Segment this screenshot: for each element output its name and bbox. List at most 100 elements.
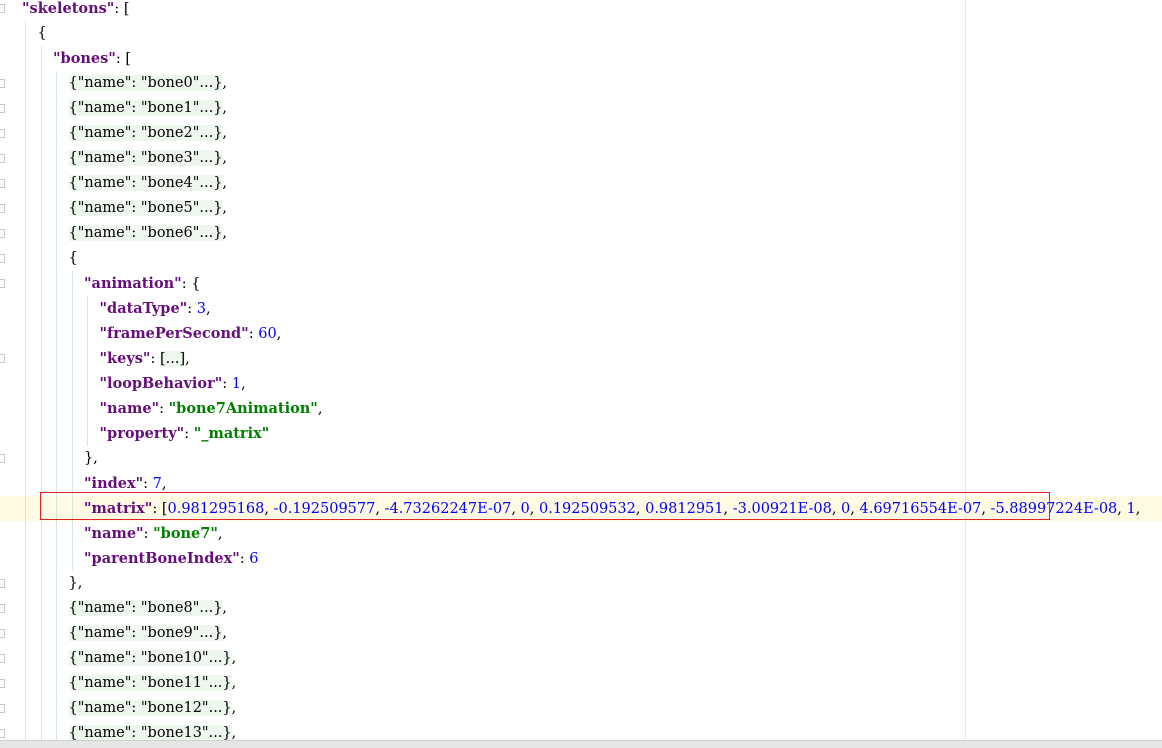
punctuation: : { (181, 276, 201, 292)
fold-marker-icon[interactable] (0, 129, 5, 138)
code-line[interactable]: {"name": "bone2"...}, (0, 121, 1162, 146)
code-text: "bones": [ (53, 46, 131, 72)
code-editor[interactable]: "skeletons": [{"bones": [{"name": "bone0… (0, 0, 1162, 740)
punctuation: : [ (115, 51, 132, 67)
code-text: "skeletons": [ (22, 0, 130, 22)
folded-region[interactable]: {"name": "bone5"...} (68, 200, 223, 216)
fold-marker-icon[interactable] (0, 4, 5, 13)
code-line[interactable]: { (0, 21, 1162, 46)
punctuation: , (222, 75, 228, 91)
punctuation: , (231, 700, 237, 716)
fold-marker-icon[interactable] (0, 104, 5, 113)
code-line[interactable]: {"name": "bone9"...}, (0, 621, 1162, 646)
code-text: {"name": "bone5"...}, (68, 196, 228, 221)
code-line[interactable]: "skeletons": [ (0, 0, 1162, 21)
json-number: 1 (1126, 501, 1136, 517)
horizontal-scrollbar[interactable] (0, 740, 1162, 748)
code-line[interactable]: "bones": [ (0, 46, 1162, 71)
folded-region[interactable]: {"name": "bone3"...} (68, 150, 223, 166)
fold-marker-icon[interactable] (0, 204, 5, 213)
matrix-highlight-box (40, 492, 1050, 520)
punctuation: , (276, 326, 282, 342)
folded-region[interactable]: {"name": "bone1"...} (68, 100, 223, 116)
punctuation: }, (68, 575, 83, 591)
fold-marker-icon[interactable] (0, 729, 5, 738)
json-key: "name" (99, 400, 160, 417)
fold-marker-icon[interactable] (0, 229, 5, 238)
fold-marker-icon[interactable] (0, 704, 5, 713)
json-number: 60 (258, 326, 277, 342)
code-line[interactable]: "name": "bone7", (0, 521, 1162, 546)
punctuation: { (68, 250, 78, 266)
code-text: {"name": "bone6"...}, (68, 221, 227, 246)
code-text: {"name": "bone9"...}, (68, 621, 228, 646)
code-line[interactable]: {"name": "bone1"...}, (0, 96, 1162, 121)
code-text: "framePerSecond": 60, (100, 321, 282, 347)
code-line[interactable]: {"name": "bone5"...}, (0, 196, 1162, 221)
code-line[interactable]: "animation": { (0, 271, 1162, 296)
code-line[interactable]: "parentBoneIndex": 6 (0, 546, 1162, 571)
punctuation: : (239, 551, 250, 567)
code-line[interactable]: "property": "_matrix" (0, 421, 1162, 446)
punctuation: , (222, 200, 228, 216)
code-text: }, (84, 446, 98, 471)
code-line[interactable]: {"name": "bone8"...}, (0, 596, 1162, 621)
code-line[interactable]: {"name": "bone4"...}, (0, 171, 1162, 196)
code-line[interactable]: }, (0, 571, 1162, 596)
folded-region[interactable]: {"name": "bone4"...} (68, 175, 223, 191)
fold-marker-icon[interactable] (0, 654, 5, 663)
fold-marker-icon[interactable] (0, 604, 5, 613)
json-key: "loopBehavior" (99, 375, 223, 392)
code-text: {"name": "bone8"...}, (68, 596, 227, 621)
code-line[interactable]: {"name": "bone0"...}, (0, 71, 1162, 96)
fold-marker-icon[interactable] (0, 79, 5, 88)
folded-region[interactable]: {"name": "bone8"...} (68, 600, 223, 616)
code-text: "property": "_matrix" (100, 421, 270, 447)
json-string: "bone7" (153, 525, 218, 542)
json-key: "framePerSecond" (99, 325, 249, 342)
code-text: {"name": "bone10"...}, (68, 646, 236, 671)
code-text: {"name": "bone3"...}, (68, 146, 227, 171)
fold-marker-icon[interactable] (0, 454, 5, 463)
code-line[interactable]: {"name": "bone3"...}, (0, 146, 1162, 171)
folded-region[interactable]: {"name": "bone0"...} (68, 75, 223, 91)
code-line[interactable]: "loopBehavior": 1, (0, 371, 1162, 396)
folded-region[interactable]: {"name": "bone10"...} (68, 650, 232, 666)
code-line[interactable]: "keys": [...], (0, 346, 1162, 371)
punctuation: , (222, 625, 228, 641)
json-string: "_matrix" (193, 425, 270, 442)
code-line[interactable]: }, (0, 446, 1162, 471)
code-line[interactable]: {"name": "bone10"...}, (0, 646, 1162, 671)
fold-marker-icon[interactable] (0, 179, 5, 188)
code-line[interactable]: {"name": "bone6"...}, (0, 221, 1162, 246)
code-line[interactable]: "name": "bone7Animation", (0, 396, 1162, 421)
json-string: "bone7Animation" (168, 400, 318, 417)
punctuation: : (248, 326, 259, 342)
punctuation: , (161, 476, 167, 492)
punctuation: : [ (114, 1, 130, 17)
folded-region[interactable]: {"name": "bone6"...} (68, 225, 223, 241)
fold-marker-icon[interactable] (0, 679, 5, 688)
folded-region[interactable]: {"name": "bone11"...} (68, 675, 232, 691)
code-line[interactable]: {"name": "bone12"...}, (0, 696, 1162, 721)
code-text: {"name": "bone13"...}, (68, 721, 236, 740)
fold-marker-icon[interactable] (0, 279, 5, 288)
folded-region[interactable]: {"name": "bone2"...} (68, 125, 223, 141)
folded-region[interactable]: {"name": "bone12"...} (68, 700, 232, 716)
code-line[interactable]: { (0, 246, 1162, 271)
code-line[interactable]: "framePerSecond": 60, (0, 321, 1162, 346)
fold-marker-icon[interactable] (0, 579, 5, 588)
code-line[interactable]: {"name": "bone13"...}, (0, 721, 1162, 740)
folded-region[interactable]: {"name": "bone13"...} (68, 725, 232, 740)
folded-region[interactable]: {"name": "bone9"...} (68, 625, 223, 641)
fold-marker-icon[interactable] (0, 254, 5, 263)
code-text: "animation": { (84, 271, 200, 297)
folded-region[interactable]: [...] (159, 351, 186, 367)
code-line[interactable]: "dataType": 3, (0, 296, 1162, 321)
json-key: "name" (84, 525, 144, 542)
json-key: "animation" (84, 275, 182, 292)
fold-marker-icon[interactable] (0, 354, 5, 363)
fold-marker-icon[interactable] (0, 629, 5, 638)
fold-marker-icon[interactable] (0, 154, 5, 163)
code-line[interactable]: {"name": "bone11"...}, (0, 671, 1162, 696)
